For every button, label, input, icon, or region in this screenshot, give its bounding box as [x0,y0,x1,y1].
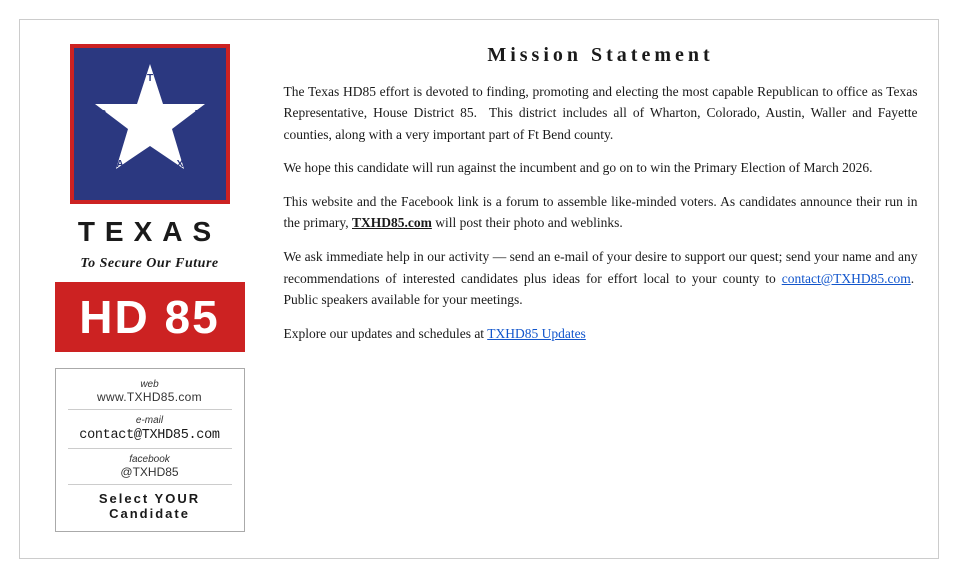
select-candidate-cta: Select YOUR Candidate [68,491,232,521]
left-column: T E X A S TEXAS To Secure Our Future HD … [40,44,260,534]
divider3 [68,484,232,485]
web-url: www.TXHD85.com [68,390,232,404]
texas-star-svg: T E X A S [85,59,215,189]
mission-body: The Texas HD85 effort is devoted to find… [284,81,918,357]
email-address: contact@TXHD85.com [68,428,232,443]
svg-text:T: T [146,73,152,84]
page-container: T E X A S TEXAS To Secure Our Future HD … [19,19,939,559]
right-column: Mission Statement The Texas HD85 effort … [284,44,918,534]
facebook-label: facebook [68,454,232,465]
svg-text:S: S [99,109,106,120]
contact-email-link[interactable]: contact@TXHD85.com [782,271,911,286]
contact-box: web www.TXHD85.com e-mail contact@TXHD85… [55,368,245,532]
mission-title: Mission Statement [284,44,918,67]
updates-link[interactable]: TXHD85 Updates [487,326,586,341]
mission-para-5: Explore our updates and schedules at TXH… [284,323,918,345]
web-label: web [68,379,232,390]
hd85-badge: HD 85 [55,282,245,352]
tagline: To Secure Our Future [80,256,218,272]
divider1 [68,409,232,410]
txhd85-link-inline: TXHD85.com [352,215,432,230]
logo-box: T E X A S [70,44,230,204]
facebook-handle: @TXHD85 [68,465,232,479]
svg-text:X: X [176,159,183,170]
mission-para-1: The Texas HD85 effort is devoted to find… [284,81,918,146]
mission-para-4: We ask immediate help in our activity — … [284,246,918,311]
email-label: e-mail [68,415,232,426]
svg-text:A: A [116,159,123,170]
mission-para-2: We hope this candidate will run against … [284,157,918,179]
svg-text:E: E [194,109,201,120]
divider2 [68,448,232,449]
state-label: TEXAS [78,216,221,248]
mission-para-3: This website and the Facebook link is a … [284,191,918,234]
